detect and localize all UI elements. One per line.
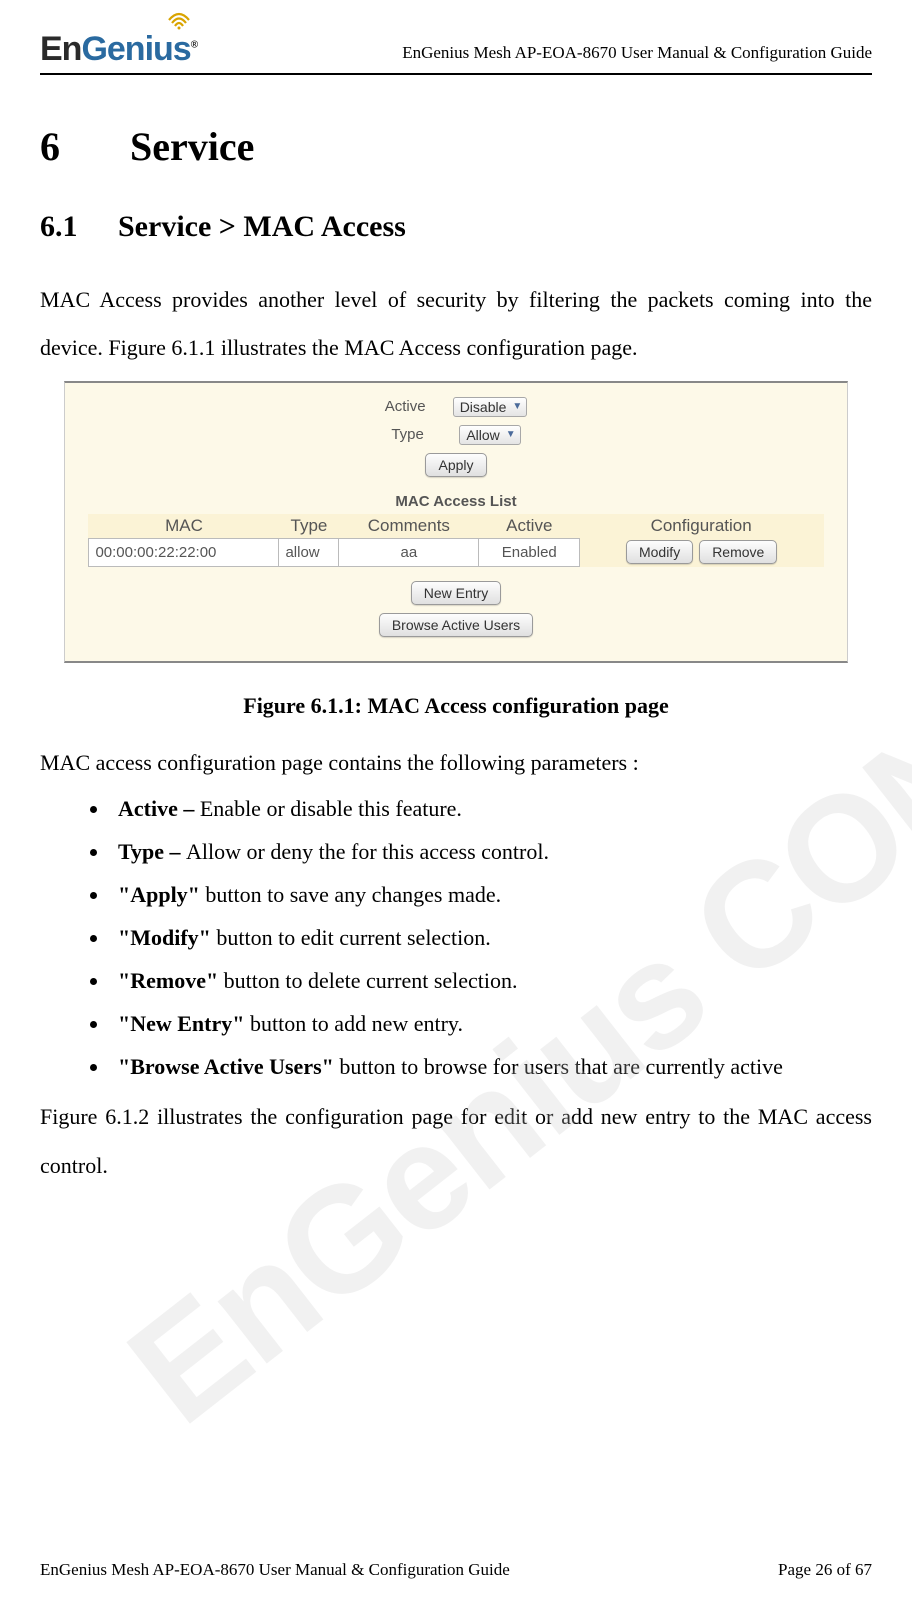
paragraph-3: Figure 6.1.2 illustrates the configurati… — [40, 1093, 872, 1190]
list-item: "Modify" button to edit current selectio… — [110, 921, 872, 954]
registered-icon: ® — [191, 40, 197, 51]
col-type: Type — [279, 514, 339, 539]
bullet-bold: "Apply" — [118, 882, 205, 907]
footer-right: Page 26 of 67 — [778, 1560, 872, 1580]
bullet-text: Enable or disable this feature. — [200, 796, 462, 821]
list-item: "Browse Active Users" button to browse f… — [110, 1050, 872, 1083]
logo-genius: Genius — [81, 30, 190, 68]
table-row: 00:00:00:22:22:00 allow aa Enabled Modif… — [89, 538, 823, 566]
new-entry-button[interactable]: New Entry — [411, 581, 502, 605]
col-active: Active — [479, 514, 580, 539]
parameter-list: Active – Enable or disable this feature.… — [110, 792, 872, 1083]
cell-active: Enabled — [479, 538, 580, 566]
section-title: Service > MAC Access — [118, 210, 406, 243]
figure-caption: Figure 6.1.1: MAC Access configuration p… — [40, 693, 872, 719]
cell-comments: aa — [339, 538, 479, 566]
bullet-bold: "New Entry" — [118, 1011, 250, 1036]
figure-screenshot: Active Disable ▼ Type Allow ▼ Apply MAC … — [64, 381, 848, 663]
mac-list-title: MAC Access List — [65, 493, 847, 510]
chevron-down-icon: ▼ — [512, 401, 522, 412]
logo-text: EnGenius® — [40, 30, 197, 69]
modify-button[interactable]: Modify — [626, 540, 693, 564]
page-footer: EnGenius Mesh AP-EOA-8670 User Manual & … — [40, 1560, 872, 1580]
cell-type: allow — [279, 538, 339, 566]
mac-access-table: MAC Type Comments Active Configuration 0… — [88, 514, 823, 567]
logo: EnGenius® — [40, 10, 197, 69]
chapter-number: 6 — [40, 123, 130, 170]
list-item: "Remove" button to delete current select… — [110, 964, 872, 997]
bullet-bold: "Remove" — [118, 968, 224, 993]
wifi-icon — [167, 10, 191, 30]
paragraph-1: MAC Access provides another level of sec… — [40, 276, 872, 373]
bullet-bold: "Modify" — [118, 925, 216, 950]
logo-en: En — [40, 30, 81, 68]
header-title: EnGenius Mesh AP-EOA-8670 User Manual & … — [402, 43, 872, 69]
section-heading: 6.1Service > MAC Access — [40, 210, 872, 244]
section-number: 6.1 — [40, 210, 118, 244]
bullet-text: button to delete current selection. — [224, 968, 518, 993]
type-select[interactable]: Allow ▼ — [459, 425, 520, 445]
cell-config: Modify Remove — [580, 538, 823, 566]
bullet-bold: Type – — [118, 839, 186, 864]
col-config: Configuration — [580, 514, 823, 539]
list-item: "New Entry" button to add new entry. — [110, 1007, 872, 1040]
bullet-text: button to browse for users that are curr… — [339, 1054, 783, 1079]
bullet-text: button to add new entry. — [250, 1011, 463, 1036]
footer-left: EnGenius Mesh AP-EOA-8670 User Manual & … — [40, 1560, 510, 1580]
bullet-text: button to edit current selection. — [216, 925, 490, 950]
chevron-down-icon: ▼ — [506, 429, 516, 440]
browse-active-users-button[interactable]: Browse Active Users — [379, 613, 533, 637]
list-item: "Apply" button to save any changes made. — [110, 878, 872, 911]
page-header: EnGenius® EnGenius Mesh AP-EOA-8670 User… — [40, 10, 872, 75]
type-value: Allow — [466, 427, 499, 443]
active-select[interactable]: Disable ▼ — [453, 397, 528, 417]
type-label: Type — [391, 426, 451, 443]
active-value: Disable — [460, 399, 507, 415]
table-header-row: MAC Type Comments Active Configuration — [89, 514, 823, 539]
list-item: Active – Enable or disable this feature. — [110, 792, 872, 825]
chapter-title: Service — [130, 124, 254, 169]
apply-button[interactable]: Apply — [425, 453, 486, 477]
list-item: Type – Allow or deny the for this access… — [110, 835, 872, 868]
cell-mac: 00:00:00:22:22:00 — [89, 538, 279, 566]
active-label: Active — [385, 398, 445, 415]
paragraph-2: MAC access configuration page contains t… — [40, 743, 872, 783]
bullet-text: Allow or deny the for this access contro… — [186, 839, 549, 864]
bullet-text: button to save any changes made. — [205, 882, 501, 907]
bullet-bold: Active – — [118, 796, 200, 821]
col-mac: MAC — [89, 514, 279, 539]
remove-button[interactable]: Remove — [699, 540, 777, 564]
col-comments: Comments — [339, 514, 479, 539]
chapter-heading: 6Service — [40, 123, 872, 170]
bullet-bold: "Browse Active Users" — [118, 1054, 339, 1079]
